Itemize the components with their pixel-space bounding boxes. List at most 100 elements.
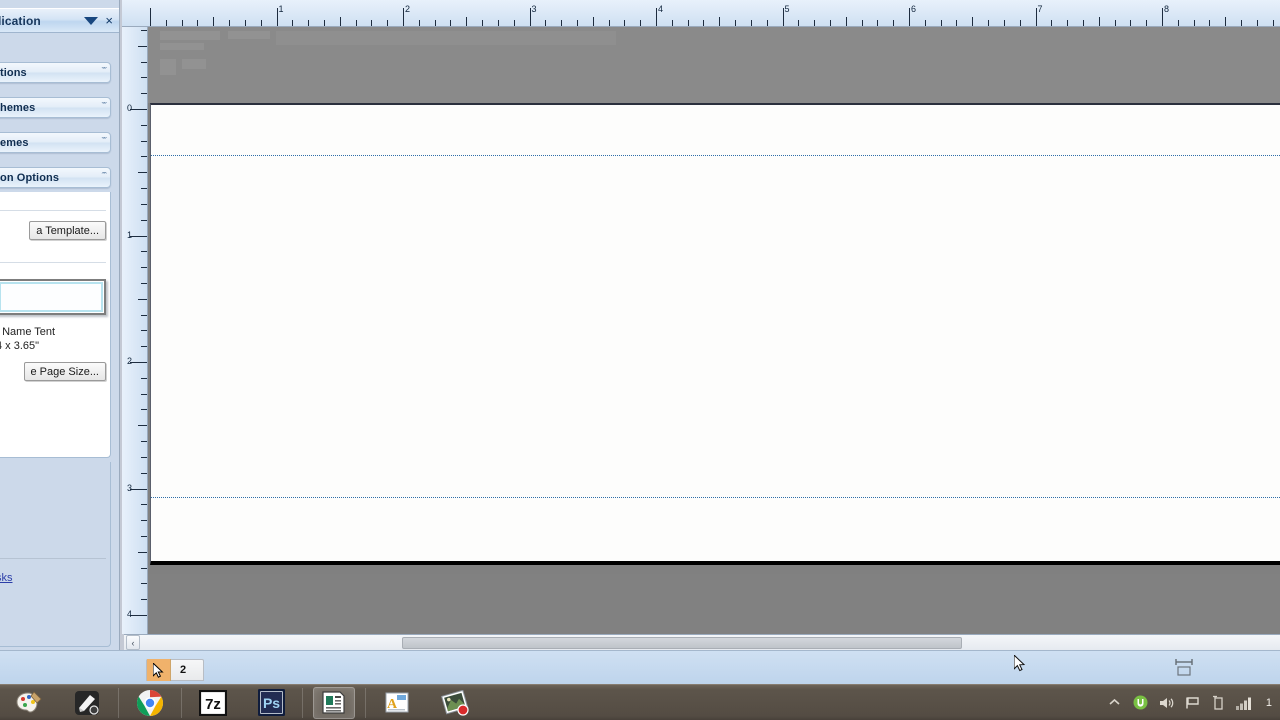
ruler-major-tick [130,109,147,110]
photo-record-icon [441,689,469,716]
utorrent-icon[interactable] [1132,694,1149,711]
publisher-tasks-link[interactable]: sks [0,572,13,584]
taskbar-item-photoshop[interactable]: Ps [250,687,292,719]
ruler-minor-tick [141,282,147,284]
taskbar-clock[interactable]: 1 [1262,697,1272,709]
ruler-minor-tick [1272,20,1274,26]
document-canvas[interactable] [148,27,1280,634]
ruler-minor-tick [861,20,863,26]
taskbar-item-wordart-document[interactable]: A [376,687,418,719]
ruler-minor-tick [355,20,357,26]
task-pane-accordion: tions ˇˇ hemes ˇˇ emes ˇˇ on Options ˆˆ [0,62,111,202]
page-size-preview-thumbnail[interactable] [0,279,106,315]
triangle-down-icon[interactable] [84,16,99,25]
horizontal-ruler[interactable]: 1 2 3 4 5 6 7 8 [122,0,1280,27]
ruler-tick-label: 2 [405,4,411,14]
taskbar-item-publisher[interactable] [313,686,355,719]
task-pane-title: lication [0,13,41,28]
ruler-minor-tick [141,346,147,348]
accordion-label: tions [0,66,27,79]
ruler-minor-tick [1130,20,1132,26]
ruler-minor-tick [750,20,752,26]
ruler-minor-tick [141,203,147,205]
ruler-minor-tick [141,504,147,506]
ruler-tick-label: 1 [278,4,284,14]
ruler-minor-tick [141,472,147,474]
accordion-section-font-schemes[interactable]: emes ˇˇ [0,132,111,153]
scroll-left-arrow-icon[interactable]: ‹ [126,635,140,650]
page-navigation-tab[interactable]: 2 [146,659,204,681]
chevron-up-icon: ˆˆ [101,171,107,183]
ruler-tick-label: 7 [1037,4,1043,14]
ruler-minor-tick [814,20,816,26]
ruler-minor-tick [292,20,294,26]
change-template-button[interactable]: a Template... [29,221,106,240]
ruler-minor-tick [1241,20,1243,26]
ruler-minor-tick [1082,20,1084,26]
taskbar-item-paint[interactable] [8,687,50,719]
margin-guide-bottom [151,497,1280,498]
scratch-area-bottom [148,574,1280,634]
page-size-preview-inner [0,282,103,312]
accordion-section-publication-options[interactable]: on Options ˆˆ [0,167,111,188]
scrollbar-thumb[interactable] [402,637,962,649]
ruler-minor-tick [1003,20,1005,26]
ruler-major-tick [130,615,147,616]
ruler-minor-tick [141,409,147,411]
ruler-tick-label: 4 [658,4,664,14]
ruler-major-tick [529,8,531,26]
ruler-minor-tick [141,77,147,79]
ruler-minor-tick [141,583,147,585]
ruler-minor-tick [141,188,147,190]
ruler-minor-tick [1114,20,1116,26]
ruler-minor-tick [608,20,610,26]
ruler-minor-tick [624,20,626,26]
flag-icon[interactable] [1184,694,1201,711]
ruler-minor-tick [141,156,147,158]
close-icon[interactable]: × [105,14,113,27]
ruler-minor-tick [138,551,147,553]
ruler-minor-tick [141,330,147,332]
ruler-major-tick [782,8,784,26]
publication-page[interactable] [150,103,1280,565]
taskbar-item-snip-editor[interactable] [66,687,108,719]
taskbar-item-google-chrome[interactable] [129,687,171,719]
windows-taskbar: 7z Ps A 1 [0,684,1280,720]
usb-device-icon[interactable] [1210,694,1227,711]
ruler-minor-tick [141,124,147,126]
chrome-icon [137,689,163,716]
ruler-minor-tick [138,298,147,300]
chevron-up-icon[interactable] [1106,694,1123,711]
svg-text:Ps: Ps [262,695,279,711]
ruler-minor-tick [141,314,147,316]
ruler-minor-tick [260,20,262,26]
ruler-minor-tick [1209,20,1211,26]
speaker-icon[interactable] [1158,694,1175,711]
accordion-section-color-schemes[interactable]: hemes ˇˇ [0,97,111,118]
ruler-minor-tick [482,20,484,26]
ruler-minor-tick [798,20,800,26]
sevenzip-icon: 7z [199,689,227,716]
change-page-size-button[interactable]: e Page Size... [23,362,106,381]
signal-bars-icon[interactable] [1236,694,1253,711]
ruler-minor-tick [513,20,515,26]
ruler-minor-tick [497,20,499,26]
accordion-section-page-options[interactable]: tions ˇˇ [0,62,111,83]
chevron-down-icon: ˇˇ [101,136,107,148]
taskbar-item-photo-editor[interactable] [434,687,476,719]
ruler-minor-tick [141,61,147,63]
ruler-major-tick [403,8,404,26]
horizontal-scrollbar[interactable]: ‹ [124,634,1280,650]
task-pane-titlebar: lication × [0,8,119,33]
taskbar-item-7-zip[interactable]: 7z [192,687,234,719]
ruler-minor-tick [229,20,231,26]
ruler-minor-tick [1256,20,1258,26]
ruler-minor-tick [165,20,167,26]
ruler-major-tick [130,488,147,490]
ruler-minor-tick [1067,20,1069,26]
vertical-ruler[interactable]: 0 1 2 3 4 [122,27,148,634]
ruler-minor-tick [972,17,974,26]
ruler-major-tick [909,8,910,26]
ruler-major-tick [276,8,278,26]
photoshop-icon: Ps [257,689,285,716]
